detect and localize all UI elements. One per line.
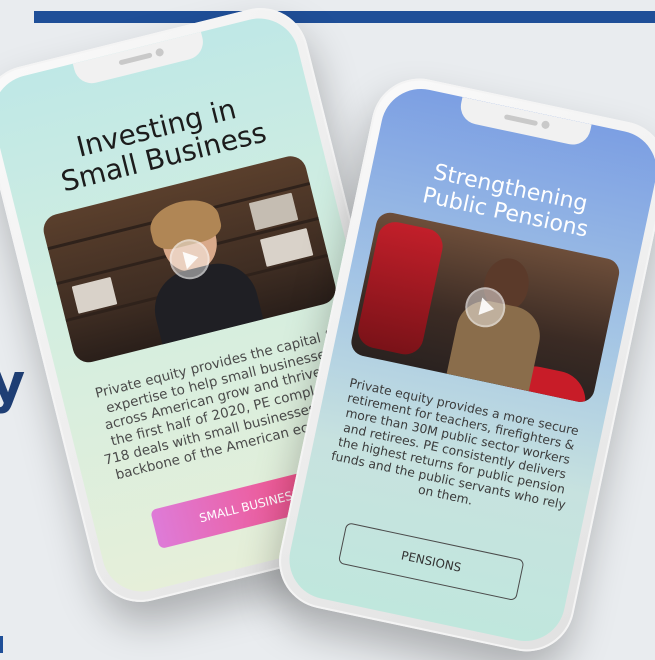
top-accent-bar	[34, 11, 655, 23]
background-heading-fragment: y	[0, 352, 26, 415]
corner-mark	[0, 636, 3, 653]
pensions-button[interactable]: PENSIONS	[337, 522, 525, 602]
red-equipment	[354, 218, 446, 358]
pensions-description: Private equity provides a more secure re…	[330, 375, 580, 513]
pensions-screen: Strengthening Public Pensions Private eq…	[282, 81, 655, 649]
